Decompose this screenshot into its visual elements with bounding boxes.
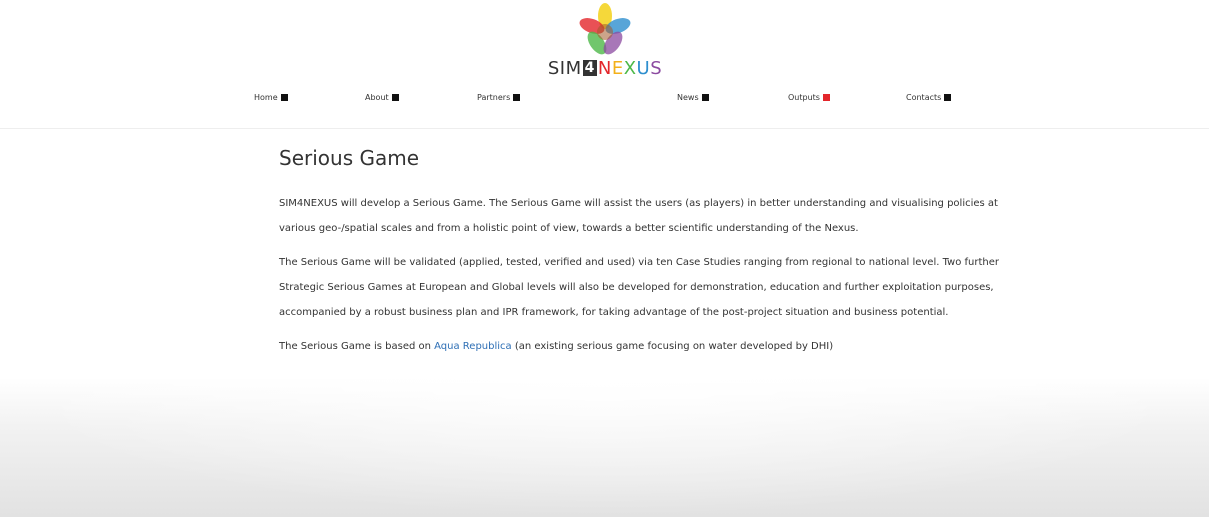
- square-marker-icon: [701, 94, 709, 101]
- nav-item-label: About: [365, 93, 389, 102]
- nav-item-about[interactable]: About: [365, 92, 399, 104]
- paragraph-based-on: The Serious Game is based on Aqua Republ…: [279, 334, 979, 359]
- text-before-link: The Serious Game is based on: [279, 341, 435, 352]
- logo-letter-s: S: [650, 58, 663, 79]
- star-flower-logo-icon: [579, 3, 631, 55]
- square-marker-icon: [944, 94, 952, 101]
- paragraph-validation: The Serious Game will be validated (appl…: [279, 250, 999, 325]
- site-header: SIM 4 NEXUS Home About Partners News Outpu…: [0, 0, 1209, 129]
- nav-item-label: Contacts: [906, 93, 942, 102]
- page-title: Serious Game: [279, 146, 420, 170]
- main-nav: Home About Partners News Outputs Contact…: [0, 92, 1209, 106]
- logo-four: 4: [582, 60, 597, 76]
- logo-wordmark: SIM 4 NEXUS: [540, 58, 670, 80]
- main-content: Serious Game SIM4NEXUS will develop a Se…: [279, 145, 999, 368]
- square-marker-icon: [513, 94, 521, 101]
- footer-shadow: [0, 378, 1209, 517]
- logo-letter-e: E: [611, 58, 624, 79]
- text-line: various geo-/spatial scales and from a h…: [279, 223, 859, 234]
- nav-item-label: Outputs: [788, 93, 820, 102]
- square-marker-icon: [280, 94, 288, 101]
- nav-item-label: News: [677, 93, 699, 102]
- logo-letter-u: U: [636, 58, 651, 79]
- aqua-republica-link[interactable]: Aqua Republica: [434, 341, 512, 352]
- nav-item-label: Partners: [477, 93, 511, 102]
- square-marker-icon: [822, 94, 830, 101]
- text-line: The Serious Game is based on Aqua Republ…: [279, 334, 979, 359]
- nav-item-label: Home: [254, 93, 278, 102]
- text-line: SIM4NEXUS will develop a Serious Game. T…: [279, 198, 998, 209]
- nav-item-home[interactable]: Home: [254, 92, 288, 104]
- logo-letter-x: X: [623, 58, 637, 79]
- logo-sim: SIM: [547, 58, 582, 79]
- site-logo[interactable]: SIM 4 NEXUS: [540, 2, 670, 80]
- nav-item-outputs[interactable]: Outputs: [788, 92, 830, 104]
- logo-letter-n: N: [597, 58, 612, 79]
- text-line: accompanied by a robust business plan an…: [279, 307, 949, 318]
- paragraph-intro: SIM4NEXUS will develop a Serious Game. T…: [279, 191, 998, 241]
- nav-item-contacts[interactable]: Contacts: [906, 92, 952, 104]
- text-line: The Serious Game will be validated (appl…: [279, 257, 999, 268]
- text-line: Strategic Serious Games at European and …: [279, 282, 994, 293]
- text-after-link: (an existing serious game focusing on wa…: [511, 341, 834, 352]
- nav-item-partners[interactable]: Partners: [477, 92, 521, 104]
- page: SIM 4 NEXUS Home About Partners News Outpu…: [0, 0, 1209, 517]
- nav-item-news[interactable]: News: [677, 92, 709, 104]
- square-marker-icon: [391, 94, 399, 101]
